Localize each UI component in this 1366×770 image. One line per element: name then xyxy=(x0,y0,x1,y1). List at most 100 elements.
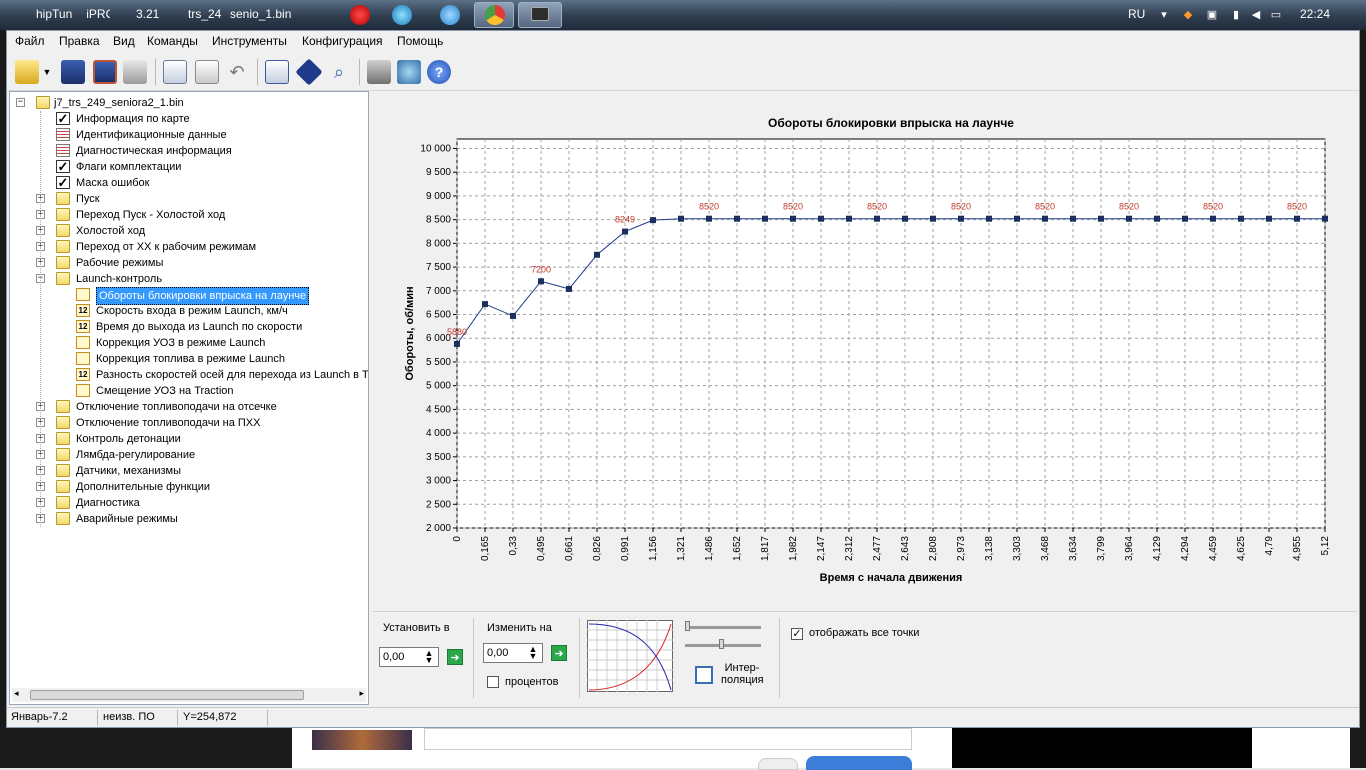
compare-icon[interactable] xyxy=(265,60,289,84)
horizontal-scrollbar[interactable]: ◂ ▸ xyxy=(12,688,366,702)
data-point[interactable] xyxy=(706,215,712,222)
data-point[interactable] xyxy=(1098,215,1104,222)
change-value-input[interactable]: 0,00 ▲ ▼ xyxy=(483,643,543,663)
signal-icon[interactable]: ▮ xyxy=(1230,9,1242,21)
tree-item[interactable]: + Лямбда-регулирование xyxy=(14,447,368,463)
data-point[interactable] xyxy=(622,228,628,235)
data-point[interactable] xyxy=(818,215,824,222)
data-point[interactable] xyxy=(1014,215,1020,222)
tree-item[interactable]: ✓ Маска ошибок xyxy=(14,175,368,191)
spin-arrows-icon[interactable]: ▲ ▼ xyxy=(422,649,436,665)
spin-arrows-icon[interactable]: ▲ ▼ xyxy=(526,645,540,661)
tree-item[interactable]: 12 Скорость входа в режим Launch, км/ч xyxy=(14,303,368,319)
menu-commands[interactable]: Команды xyxy=(147,34,198,48)
chip-app-taskbar-button[interactable] xyxy=(518,2,562,28)
data-point[interactable] xyxy=(482,301,488,308)
percent-checkbox[interactable] xyxy=(487,676,499,688)
data-point[interactable] xyxy=(454,340,460,347)
copy-icon[interactable] xyxy=(163,60,187,84)
tree-item[interactable]: + Переход от ХХ к рабочим режимам xyxy=(14,239,368,255)
tree-item[interactable]: 12 Время до выхода из Launch по скорости xyxy=(14,319,368,335)
tree-item[interactable]: Обороты блокировки впрыска на лаунче xyxy=(14,287,368,305)
data-point[interactable] xyxy=(538,278,544,285)
network-icon[interactable] xyxy=(397,60,421,84)
data-point[interactable] xyxy=(762,215,768,222)
interpolation-button[interactable] xyxy=(695,666,713,684)
menu-tools[interactable]: Инструменты xyxy=(212,34,287,48)
data-point[interactable] xyxy=(958,215,964,222)
menu-help[interactable]: Помощь xyxy=(397,34,443,48)
tree-item[interactable]: + Отключение топливоподачи на отсечке xyxy=(14,399,368,415)
save-icon[interactable] xyxy=(61,60,85,84)
slider-thumb[interactable] xyxy=(719,639,724,649)
collapse-icon[interactable]: − xyxy=(16,98,25,107)
action-center-icon[interactable]: ▭ xyxy=(1270,9,1282,21)
taskbar-button-editor[interactable]: senio_1.bin xyxy=(222,2,312,28)
help-icon[interactable]: ? xyxy=(427,60,451,84)
tray-app-icon[interactable]: ▣ xyxy=(1206,9,1218,21)
data-point[interactable] xyxy=(1294,215,1300,222)
tree-item[interactable]: + Датчики, механизмы xyxy=(14,463,368,479)
undo-icon[interactable]: ↶ xyxy=(225,60,249,84)
data-point[interactable] xyxy=(846,215,852,222)
search-icon[interactable]: ⌕ xyxy=(327,60,351,84)
tree-item[interactable]: + Аварийные режимы xyxy=(14,511,368,527)
tree-item[interactable]: Коррекция топлива в режиме Launch xyxy=(14,351,368,367)
tree-item[interactable]: Диагностическая информация xyxy=(14,143,368,159)
data-point[interactable] xyxy=(1182,215,1188,222)
menu-view[interactable]: Вид xyxy=(113,34,135,48)
scroll-left-icon[interactable]: ◂ xyxy=(14,688,19,699)
scrollbar-thumb[interactable] xyxy=(30,690,304,700)
taskbar-button-version[interactable]: 3.21 xyxy=(114,2,166,28)
show-all-points-checkbox[interactable]: ✓ xyxy=(791,628,803,640)
tree-item[interactable]: + Переход Пуск - Холостой ход xyxy=(14,207,368,223)
tree-item[interactable]: ✓ Информация по карте xyxy=(14,111,368,127)
chart[interactable]: 2 000 2 500 3 000 3 500 4 000 4 500 5 000 5 500… xyxy=(373,91,1357,611)
data-point[interactable] xyxy=(566,285,572,292)
taskbar-button-chiptuning[interactable]: hipTun iPRO xyxy=(0,2,110,28)
opera-icon[interactable] xyxy=(350,5,370,25)
firefox-tray-icon[interactable]: ◆ xyxy=(1182,9,1194,21)
curve-preview-icon[interactable] xyxy=(587,620,673,692)
data-point[interactable] xyxy=(1238,215,1244,222)
menu-configuration[interactable]: Конфигурация xyxy=(302,34,383,48)
tree-view[interactable]: − j7_trs_249_seniora2_1.bin ✓ Информация по… xyxy=(9,91,369,705)
settings-icon[interactable] xyxy=(367,60,391,84)
taskbar-button-file[interactable]: trs_24 xyxy=(166,2,222,28)
tree-item[interactable]: Коррекция УОЗ в режиме Launch xyxy=(14,335,368,351)
data-point[interactable] xyxy=(1126,215,1132,222)
slider-thumb[interactable] xyxy=(685,621,690,631)
data-point[interactable] xyxy=(594,251,600,258)
paste-icon[interactable] xyxy=(195,60,219,84)
volume-icon[interactable]: ◀ xyxy=(1250,9,1262,21)
data-point[interactable] xyxy=(650,217,656,224)
language-indicator[interactable]: RU xyxy=(1128,7,1145,21)
set-value-input[interactable]: 0,00 ▲ ▼ xyxy=(379,647,439,667)
tree-item[interactable]: + Контроль детонации xyxy=(14,431,368,447)
tree-item[interactable]: + Отключение топливоподачи на ПХХ xyxy=(14,415,368,431)
tree-root[interactable]: − j7_trs_249_seniora2_1.bin xyxy=(14,95,364,111)
tree-item[interactable]: − Launch-контроль xyxy=(14,271,368,287)
data-point[interactable] xyxy=(1154,215,1160,222)
apply-change-button[interactable]: ➜ xyxy=(551,645,567,661)
tray-expand-icon[interactable]: ▾ xyxy=(1158,9,1170,21)
chrome-taskbar-button[interactable] xyxy=(474,2,514,28)
tree-item[interactable]: + Пуск xyxy=(14,191,368,207)
print-icon[interactable] xyxy=(123,60,147,84)
info-icon[interactable] xyxy=(295,58,323,86)
tree-item[interactable]: ✓ Флаги комплектации xyxy=(14,159,368,175)
data-point[interactable] xyxy=(1042,215,1048,222)
apply-set-button[interactable]: ➜ xyxy=(447,649,463,665)
messenger-icon[interactable] xyxy=(440,5,460,25)
data-point[interactable] xyxy=(930,215,936,222)
menu-file[interactable]: Файл xyxy=(15,34,45,48)
data-point[interactable] xyxy=(1070,215,1076,222)
open-dropdown-icon[interactable]: ▼ xyxy=(41,60,53,84)
data-point[interactable] xyxy=(790,215,796,222)
scroll-right-icon[interactable]: ▸ xyxy=(359,688,364,699)
slider-track[interactable] xyxy=(685,626,761,629)
tree-item[interactable]: + Диагностика xyxy=(14,495,368,511)
tree-item[interactable]: + Дополнительные функции xyxy=(14,479,368,495)
data-point[interactable] xyxy=(1210,215,1216,222)
tree-item[interactable]: + Холостой ход xyxy=(14,223,368,239)
